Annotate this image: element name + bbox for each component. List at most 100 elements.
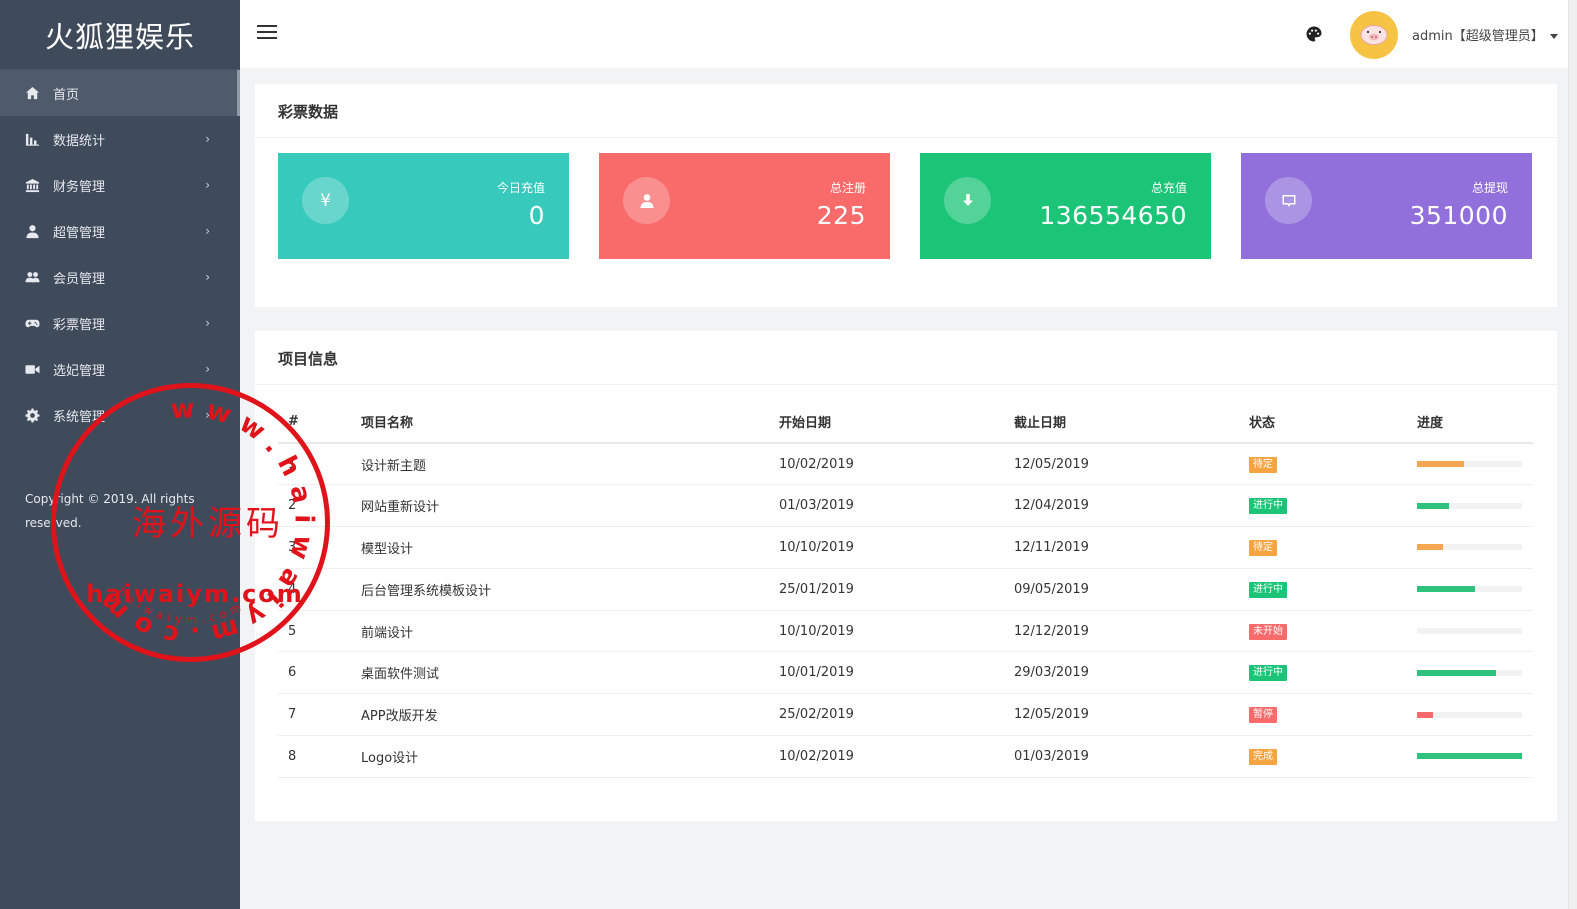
status-badge: 进行中	[1249, 665, 1287, 682]
sidebar-item-6[interactable]: 选妃管理 ›	[0, 346, 240, 392]
bar-chart-icon	[23, 131, 41, 147]
sidebar-item-0[interactable]: 首页	[0, 70, 240, 116]
column-header[interactable]: 项目名称	[351, 401, 769, 444]
home-icon	[23, 85, 41, 101]
status-badge: 待定	[1249, 539, 1277, 556]
status-badge: 进行中	[1249, 498, 1287, 515]
status-badge: 进行中	[1249, 581, 1287, 598]
stat-value: 0	[528, 201, 545, 230]
stat-card: 总注册 225	[599, 153, 890, 259]
stat-label: 今日充值	[496, 181, 545, 195]
cell-start: 10/01/2019	[769, 651, 1004, 695]
progress-bar	[1417, 544, 1522, 551]
table-row[interactable]: 8 Logo设计 10/02/2019 01/03/2019 完成	[278, 735, 1533, 778]
sidebar-item-2[interactable]: 财务管理 ›	[0, 162, 240, 208]
user-menu[interactable]: admin【超级管理员】	[1412, 25, 1558, 44]
cell-end: 01/03/2019	[1004, 735, 1239, 778]
table-row[interactable]: 7 APP改版开发 25/02/2019 12/05/2019 暂停	[278, 693, 1533, 737]
avatar[interactable]	[1350, 11, 1398, 59]
column-header[interactable]: 截止日期	[1004, 401, 1239, 444]
progress-bar	[1417, 669, 1522, 676]
status-badge: 暂停	[1249, 707, 1277, 724]
cell-name: 设计新主题	[351, 443, 769, 486]
cell-id: 6	[278, 651, 351, 695]
user-name: admin【超级管理员】	[1412, 29, 1544, 44]
cell-id: 8	[278, 735, 351, 778]
sidebar-item-label: 超管管理	[53, 225, 106, 241]
cell-id: 5	[278, 610, 351, 653]
message-icon	[1265, 177, 1312, 224]
copyright: Copyright © 2019. All rights reserved.	[25, 492, 195, 530]
table-header-row: # 项目名称 开始日期 截止日期 状态 进度	[278, 401, 1533, 444]
user-icon	[623, 177, 670, 224]
scrollbar[interactable]	[1568, 0, 1577, 909]
table-row[interactable]: 4 后台管理系统模板设计 25/01/2019 09/05/2019 进行中	[278, 568, 1533, 611]
column-header[interactable]: #	[278, 401, 351, 444]
progress-bar	[1417, 461, 1522, 468]
table-row[interactable]: 5 前端设计 10/10/2019 12/12/2019 未开始	[278, 610, 1533, 653]
yen-icon: ¥	[302, 177, 349, 224]
brand-logo[interactable]: 火狐狸娱乐	[0, 0, 240, 70]
cell-name: 网站重新设计	[351, 484, 769, 528]
top-header: admin【超级管理员】	[240, 0, 1577, 68]
menu-toggle-icon[interactable]	[257, 25, 277, 41]
cell-progress	[1407, 568, 1533, 611]
cell-progress	[1407, 443, 1533, 486]
video-icon	[23, 361, 41, 377]
table-row[interactable]: 3 模型设计 10/10/2019 12/11/2019 待定	[278, 526, 1533, 569]
progress-fill	[1417, 544, 1444, 551]
stat-value: 225	[816, 201, 866, 230]
user-icon	[23, 223, 41, 239]
cell-start: 10/10/2019	[769, 610, 1004, 653]
cell-progress	[1407, 484, 1533, 528]
cell-progress	[1407, 610, 1533, 653]
cell-name: Logo设计	[351, 735, 769, 778]
users-icon	[23, 269, 41, 285]
sidebar-item-4[interactable]: 会员管理 ›	[0, 254, 240, 300]
projects-table: # 项目名称 开始日期 截止日期 状态 进度 1 设计新主题 10/02/2019 12/05/…	[278, 401, 1533, 778]
cell-progress	[1407, 693, 1533, 737]
column-header[interactable]: 状态	[1239, 401, 1407, 444]
sidebar-item-1[interactable]: 数据统计 ›	[0, 116, 240, 162]
cell-id: 2	[278, 484, 351, 528]
stat-label: 总提现	[1471, 181, 1508, 195]
sidebar: 火狐狸娱乐 首页 数据统计 › 财务管理 › 超管管理 › 会员管理 › 彩票管理 › 选妃管理 › 系统…	[0, 0, 240, 909]
sidebar-item-label: 彩票管理	[53, 317, 106, 333]
column-header[interactable]: 进度	[1407, 401, 1533, 444]
stat-label: 总充值	[1150, 181, 1187, 195]
cell-name: APP改版开发	[351, 693, 769, 737]
progress-fill	[1417, 502, 1449, 509]
sidebar-item-label: 会员管理	[53, 271, 106, 287]
stat-card: ¥ 今日充值 0	[278, 153, 569, 259]
table-row[interactable]: 6 桌面软件测试 10/01/2019 29/03/2019 进行中	[278, 651, 1533, 695]
stat-card: 总提现 351000	[1241, 153, 1532, 259]
palette-icon[interactable]	[1305, 25, 1323, 43]
table-row[interactable]: 2 网站重新设计 01/03/2019 12/04/2019 进行中	[278, 484, 1533, 528]
cell-id: 7	[278, 693, 351, 737]
cell-id: 1	[278, 443, 351, 486]
cell-end: 29/03/2019	[1004, 651, 1239, 695]
cell-id: 3	[278, 526, 351, 569]
table-row[interactable]: 1 设计新主题 10/02/2019 12/05/2019 待定	[278, 443, 1533, 486]
cell-progress	[1407, 651, 1533, 695]
pig-avatar-icon	[1360, 25, 1388, 45]
cell-start: 25/01/2019	[769, 568, 1004, 611]
lottery-panel: 彩票数据 ¥ 今日充值 0 总注册 225 总充值 136554650 总提现 351000	[255, 84, 1557, 307]
cell-end: 12/12/2019	[1004, 610, 1239, 653]
status-badge: 未开始	[1249, 623, 1287, 640]
column-header[interactable]: 开始日期	[769, 401, 1004, 444]
sidebar-item-5[interactable]: 彩票管理 ›	[0, 300, 240, 346]
cell-end: 12/05/2019	[1004, 693, 1239, 737]
sidebar-item-3[interactable]: 超管管理 ›	[0, 208, 240, 254]
sidebar-item-label: 数据统计	[53, 133, 106, 149]
cell-end: 09/05/2019	[1004, 568, 1239, 611]
progress-fill	[1417, 461, 1465, 468]
stat-value: 136554650	[1039, 201, 1187, 230]
sidebar-item-7[interactable]: 系统管理 ›	[0, 392, 240, 438]
projects-panel: 项目信息 # 项目名称 开始日期 截止日期 状态 进度 1 设计新主题 10/02/2019 1…	[255, 331, 1557, 821]
cell-start: 01/03/2019	[769, 484, 1004, 528]
projects-panel-title: 项目信息	[255, 331, 1557, 385]
progress-bar	[1417, 711, 1522, 718]
cell-status: 进行中	[1239, 568, 1407, 611]
chevron-right-icon: ›	[205, 224, 210, 238]
